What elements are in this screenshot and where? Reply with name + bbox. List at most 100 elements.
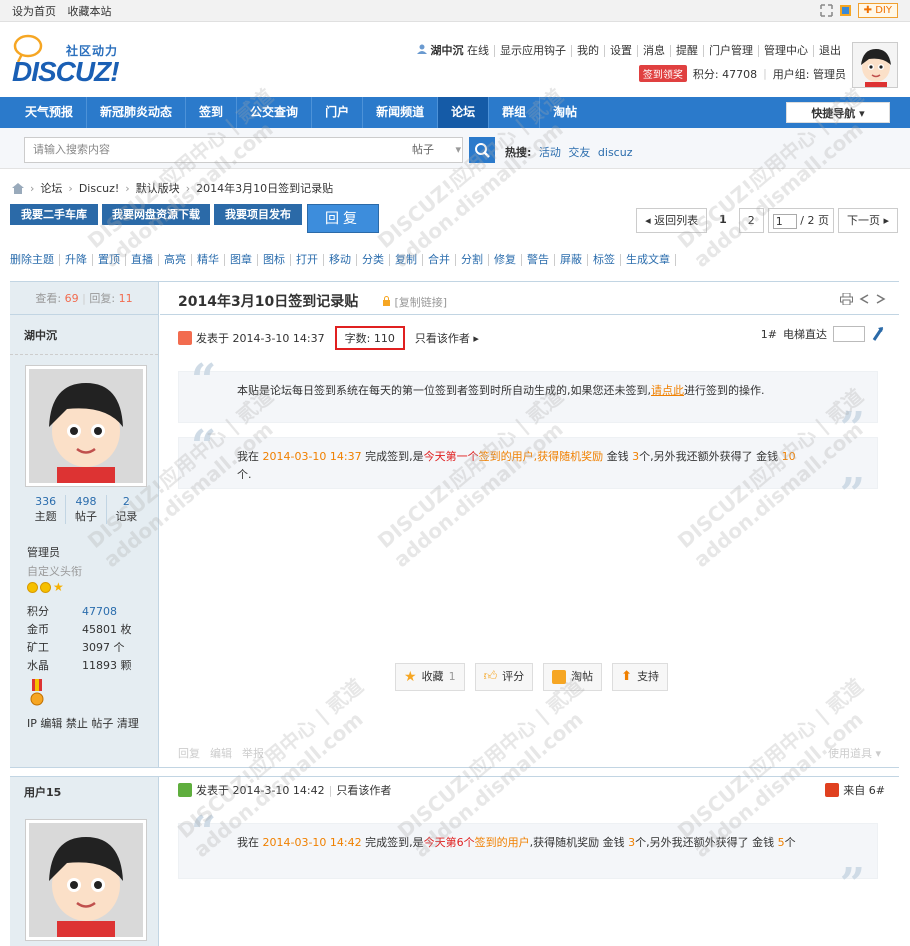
used-car-button[interactable]: 我要二手车库	[10, 204, 98, 225]
support-button[interactable]: ⬆ 支持	[612, 663, 669, 691]
use-tool-link[interactable]: 使用道具 ▾	[828, 745, 881, 761]
quick-nav-button[interactable]: 快捷导航 ▾	[786, 102, 890, 123]
elevator-go-icon[interactable]	[871, 326, 885, 342]
page-1[interactable]: 1	[711, 208, 735, 233]
user-name-link[interactable]: 湖中沉 在线	[412, 44, 494, 57]
theme-icon[interactable]	[839, 4, 852, 17]
collection-icon	[552, 670, 567, 684]
user-link-mine[interactable]: 我的	[571, 44, 604, 57]
next-page-button[interactable]: 下一页 ▸	[837, 208, 898, 233]
favorite-link[interactable]: 收藏本站	[68, 5, 112, 18]
topics-count[interactable]: 336 主题	[26, 495, 65, 524]
posts-count[interactable]: 498 帖子	[65, 495, 105, 524]
next-thread-icon[interactable]	[875, 293, 887, 305]
post1-avatar[interactable]	[26, 366, 146, 486]
crumb-thread[interactable]: 2014年3月10日签到记录贴	[196, 180, 333, 196]
op-split[interactable]: 分割	[456, 254, 489, 266]
post-author-icon	[178, 783, 192, 797]
user-avatar[interactable]	[852, 42, 898, 88]
user-link-hooks[interactable]: 显示应用钩子	[494, 44, 571, 57]
floor-input[interactable]	[833, 326, 865, 342]
op-live[interactable]: 直播	[126, 254, 159, 266]
op-stamp[interactable]: 图章	[225, 254, 258, 266]
report-link[interactable]: 举报	[242, 745, 264, 761]
project-button[interactable]: 我要项目发布	[214, 204, 302, 225]
nav-item-taotie[interactable]: 淘帖	[540, 97, 590, 128]
user-link-notices[interactable]: 提醒	[670, 44, 703, 57]
site-logo[interactable]: 社区动力 DISCUZ!	[10, 34, 150, 94]
user-link-admin-center[interactable]: 管理中心	[758, 44, 813, 57]
medal-icon[interactable]	[29, 679, 45, 709]
nav-item-news[interactable]: 新闻频道	[363, 97, 439, 128]
user-link-logout[interactable]: 退出	[813, 44, 846, 57]
search-type-select[interactable]: 帖子 ▾	[406, 137, 463, 163]
sign-badge[interactable]: 签到领奖	[638, 65, 687, 82]
post1-author[interactable]: 湖中沉	[10, 315, 158, 355]
crumb-discuz[interactable]: Discuz!	[79, 182, 119, 195]
user-link-portal-admin[interactable]: 门户管理	[703, 44, 758, 57]
user-link-settings[interactable]: 设置	[604, 44, 637, 57]
records-count[interactable]: 2 记录	[105, 495, 146, 524]
rate-button[interactable]: 👍︎ 评分	[474, 663, 534, 691]
nav-item-forum[interactable]: 论坛	[438, 97, 490, 128]
crumb-forum[interactable]: 论坛	[40, 180, 62, 196]
op-digest[interactable]: 精华	[192, 254, 225, 266]
netdisk-button[interactable]: 我要网盘资源下载	[102, 204, 210, 225]
op-merge[interactable]: 合并	[423, 254, 456, 266]
op-tags[interactable]: 标签	[588, 254, 621, 266]
op-delete[interactable]: 删除主题	[10, 254, 60, 266]
reply-button[interactable]: 回复	[307, 204, 379, 233]
nav-item-weather[interactable]: 天气预报	[12, 97, 88, 128]
diy-button[interactable]: ✚ DIY	[857, 3, 898, 18]
nav-item-bus[interactable]: 公交查询	[237, 97, 313, 128]
back-to-list-button[interactable]: ◂ 返回列表	[636, 208, 708, 233]
search-button[interactable]	[469, 137, 495, 163]
op-make-article[interactable]: 生成文章	[621, 254, 676, 266]
op-warn[interactable]: 警告	[522, 254, 555, 266]
post2-author[interactable]: 用户15	[24, 784, 61, 800]
hot-link-activity[interactable]: 活动	[539, 146, 561, 159]
crumb-default-board[interactable]: 默认版块	[136, 180, 180, 196]
hot-link-friends[interactable]: 交友	[568, 146, 590, 159]
op-open[interactable]: 打开	[291, 254, 324, 266]
page-jump[interactable]: 1 / 2 页	[767, 208, 834, 233]
author-only-link[interactable]: 只看该作者 ▸	[415, 330, 479, 346]
op-sticky[interactable]: 置顶	[93, 254, 126, 266]
print-icon[interactable]	[840, 293, 853, 305]
points-text[interactable]: 积分: 47708	[693, 66, 757, 82]
copy-link[interactable]: [复制链接]	[382, 294, 447, 310]
nav-item-sign[interactable]: 签到	[186, 97, 238, 128]
edit-link[interactable]: 编辑	[210, 745, 232, 761]
op-highlight[interactable]: 高亮	[159, 254, 192, 266]
page-2[interactable]: 2	[738, 208, 764, 233]
post1-ip-ops[interactable]: IP 编辑 禁止 帖子 清理	[27, 715, 139, 731]
op-ban[interactable]: 屏蔽	[555, 254, 588, 266]
pager: ◂ 返回列表 1 2 1 / 2 页 下一页 ▸	[636, 208, 898, 233]
set-home-link[interactable]: 设为首页	[12, 5, 56, 18]
user-group-text[interactable]: 用户组: 管理员	[773, 66, 846, 82]
home-icon[interactable]	[12, 182, 24, 194]
op-category[interactable]: 分类	[357, 254, 390, 266]
search-input[interactable]: 请输入搜索内容	[24, 137, 407, 163]
nav-item-portal[interactable]: 门户	[312, 97, 364, 128]
sign-here-link[interactable]: 请点此	[651, 384, 684, 397]
fullscreen-icon[interactable]	[819, 4, 833, 17]
floor-number[interactable]: 1#	[761, 328, 777, 341]
prev-thread-icon[interactable]	[858, 293, 870, 305]
op-copy[interactable]: 复制	[390, 254, 423, 266]
nav-item-group[interactable]: 群组	[489, 97, 541, 128]
op-move[interactable]: 移动	[324, 254, 357, 266]
op-bump[interactable]: 升降	[60, 254, 93, 266]
hot-link-discuz[interactable]: discuz	[598, 146, 633, 159]
user-link-messages[interactable]: 消息	[637, 44, 670, 57]
reply-link[interactable]: 回复	[178, 745, 200, 761]
op-repair[interactable]: 修复	[489, 254, 522, 266]
op-icon[interactable]: 图标	[258, 254, 291, 266]
nav-item-covid[interactable]: 新冠肺炎动态	[87, 97, 187, 128]
post2-avatar[interactable]	[26, 820, 146, 940]
taotie-button[interactable]: 淘帖	[543, 663, 603, 691]
author-only-link-2[interactable]: 只看该作者	[336, 782, 391, 798]
favorite-button[interactable]: ★ 收藏 1	[395, 663, 465, 691]
page-jump-input[interactable]: 1	[772, 213, 797, 229]
post1-group[interactable]: 管理员	[27, 544, 60, 560]
